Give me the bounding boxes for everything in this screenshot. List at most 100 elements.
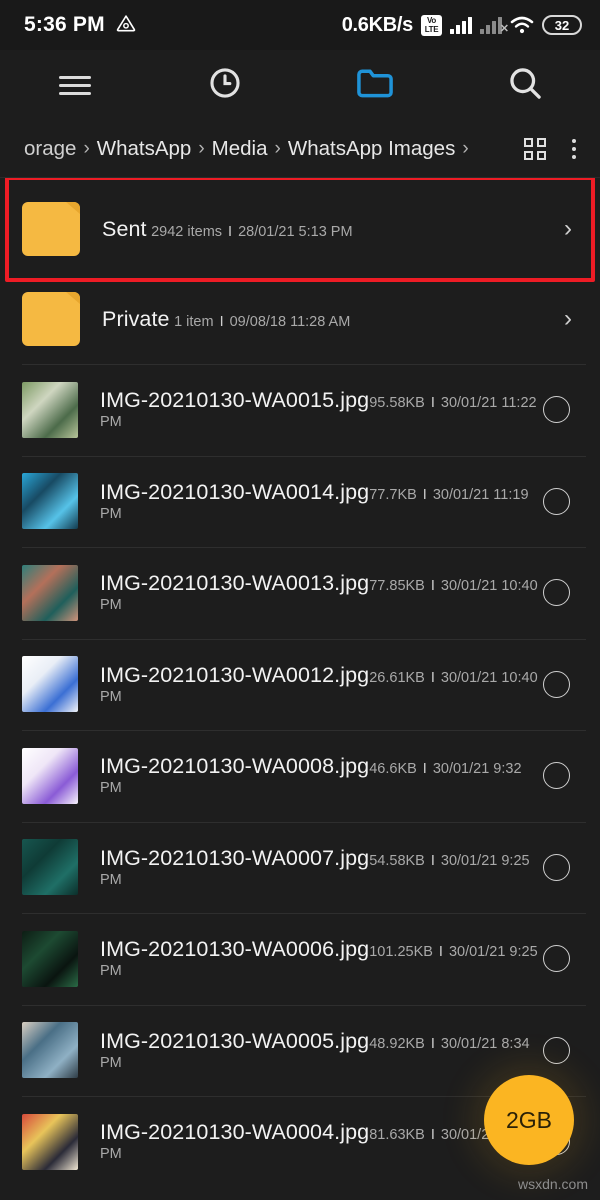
file-select-radio[interactable]	[543, 945, 570, 973]
file-size: 48.92KB	[369, 1035, 425, 1052]
list-item-meta: Sent 2942 items I 28/01/21 5:13 PM	[102, 217, 564, 242]
folder-icon	[356, 66, 394, 105]
thumbnail-image	[22, 564, 78, 621]
meta-separator: I	[228, 223, 233, 240]
list-item-meta: IMG-20210130-WA0007.jpg54.58KB I 30/01/21 …	[100, 846, 543, 889]
file-name: IMG-20210130-WA0014.jpg	[100, 479, 370, 504]
file-select-radio[interactable]	[543, 487, 570, 515]
folder-thumbnail-icon	[22, 292, 80, 346]
file-select-radio[interactable]	[543, 1036, 570, 1064]
breadcrumb-item-storage[interactable]: orage	[24, 137, 76, 161]
clock-icon	[208, 66, 242, 105]
folder-name: Private	[102, 306, 170, 331]
breadcrumb-item-whatsapp-images[interactable]: WhatsApp Images	[288, 137, 456, 161]
chevron-right-icon[interactable]: ›	[564, 305, 578, 333]
breadcrumb-separator-trailing: ›	[462, 137, 469, 159]
file-size: 26.61KB	[369, 669, 425, 686]
breadcrumb-separator: ›	[198, 137, 205, 159]
file-size: 46.6KB	[369, 761, 417, 778]
list-item-folder[interactable]: Private 1 item I 09/08/18 11:28 AM ›	[0, 274, 600, 364]
folder-date: 28/01/21 5:13 PM	[238, 223, 353, 240]
volte-bottom-label: LTE	[424, 25, 439, 34]
file-thumbnail	[22, 656, 78, 713]
file-select-radio[interactable]	[543, 670, 570, 698]
file-size: 54.58KB	[369, 852, 425, 869]
signal-bars-sim2-icon: ✕	[480, 16, 509, 35]
folder-item-count: 1 item	[174, 313, 214, 330]
search-icon	[507, 65, 543, 106]
breadcrumb-separator: ›	[274, 137, 281, 159]
list-item-meta: IMG-20210130-WA0012.jpg26.61KB I 30/01/21 …	[100, 663, 543, 706]
meta-separator: I	[430, 1035, 435, 1052]
file-name: IMG-20210130-WA0013.jpg	[100, 571, 370, 596]
file-thumbnail	[22, 1022, 78, 1079]
list-item-meta: IMG-20210130-WA0006.jpg101.25KB I 30/01/21…	[100, 937, 543, 980]
thumbnail-image	[22, 930, 78, 987]
list-item-file[interactable]: IMG-20210130-WA0014.jpg77.7KB I 30/01/21 1…	[0, 455, 600, 548]
file-size: 101.25KB	[369, 944, 433, 961]
thumbnail-image	[22, 381, 78, 438]
file-thumbnail	[22, 381, 78, 438]
battery-icon: 32	[542, 15, 582, 35]
volte-icon: Vo LTE	[421, 14, 442, 36]
breadcrumb-item-media[interactable]: Media	[212, 137, 268, 161]
volte-top-label: Vo	[426, 16, 437, 25]
meta-separator: I	[430, 395, 435, 412]
file-rows-container: IMG-20210130-WA0015.jpg95.58KB I 30/01/21 …	[0, 364, 600, 1188]
battery-level: 32	[554, 17, 570, 33]
more-vertical-icon[interactable]	[572, 138, 576, 159]
file-select-radio[interactable]	[543, 762, 570, 790]
list-item-meta: IMG-20210130-WA0014.jpg77.7KB I 30/01/21 1…	[100, 480, 543, 523]
folder-name: Sent	[102, 216, 147, 241]
list-item-meta: IMG-20210130-WA0004.jpg81.63KB I 30/01/21 …	[100, 1120, 543, 1163]
file-select-radio[interactable]	[543, 579, 570, 607]
list-item-file[interactable]: IMG-20210130-WA0013.jpg77.85KB I 30/01/21 …	[0, 547, 600, 639]
list-item-file[interactable]: IMG-20210130-WA0007.jpg54.58KB I 30/01/21 …	[0, 821, 600, 914]
list-item-file[interactable]: IMG-20210130-WA0006.jpg101.25KB I 30/01/21…	[0, 913, 600, 1005]
recent-tab[interactable]	[150, 50, 300, 120]
list-item-file[interactable]: IMG-20210130-WA0012.jpg26.61KB I 30/01/21 …	[0, 638, 600, 731]
meta-separator: I	[430, 852, 435, 869]
folder-tab[interactable]	[300, 50, 450, 120]
file-name: IMG-20210130-WA0012.jpg	[100, 662, 370, 687]
file-name: IMG-20210130-WA0006.jpg	[100, 937, 370, 962]
status-bar-right: 0.6KB/s Vo LTE ✕ 32	[342, 14, 582, 37]
file-thumbnail	[22, 930, 78, 987]
list-item-file[interactable]: IMG-20210130-WA0015.jpg95.58KB I 30/01/21 …	[0, 364, 600, 456]
search-button[interactable]	[450, 50, 600, 120]
thumbnail-image	[22, 1113, 78, 1170]
storage-fab-button[interactable]: 2GB	[484, 1075, 574, 1165]
list-item-file[interactable]: IMG-20210130-WA0008.jpg46.6KB I 30/01/21 9…	[0, 730, 600, 822]
meta-separator: I	[219, 313, 224, 330]
hamburger-menu-icon	[59, 71, 91, 100]
folder-item-count: 2942 items	[151, 223, 223, 240]
top-toolbar	[0, 50, 600, 120]
thumbnail-image	[22, 747, 78, 804]
meta-separator: I	[422, 486, 427, 503]
list-item-folder[interactable]: Sent 2942 items I 28/01/21 5:13 PM ›	[0, 184, 600, 274]
file-thumbnail	[22, 1113, 78, 1170]
file-select-radio[interactable]	[543, 853, 570, 881]
breadcrumb-item-whatsapp[interactable]: WhatsApp	[97, 137, 192, 161]
file-list[interactable]: Sent 2942 items I 28/01/21 5:13 PM › Priva…	[0, 178, 600, 1200]
list-item-meta: IMG-20210130-WA0013.jpg77.85KB I 30/01/21 …	[100, 571, 543, 614]
thumbnail-image	[22, 656, 78, 713]
thumbnail-image	[22, 839, 78, 896]
file-name: IMG-20210130-WA0008.jpg	[100, 754, 370, 779]
meta-separator: I	[430, 1127, 435, 1144]
status-time: 5:36 PM	[24, 13, 105, 36]
grid-view-icon[interactable]	[524, 137, 546, 160]
watermark: wsxdn.com	[517, 1176, 588, 1192]
meta-separator: I	[438, 944, 443, 961]
list-item-meta: IMG-20210130-WA0008.jpg46.6KB I 30/01/21 9…	[100, 754, 543, 797]
chevron-right-icon[interactable]: ›	[564, 215, 578, 243]
hamburger-menu-button[interactable]	[0, 50, 150, 120]
file-select-radio[interactable]	[543, 396, 570, 424]
folder-subtitle: 2942 items I 28/01/21 5:13 PM	[151, 224, 352, 240]
list-item-meta: IMG-20210130-WA0005.jpg48.92KB I 30/01/21 …	[100, 1029, 543, 1072]
thumbnail-image	[22, 473, 78, 530]
file-name: IMG-20210130-WA0004.jpg	[100, 1120, 370, 1145]
list-item-meta: IMG-20210130-WA0015.jpg95.58KB I 30/01/21 …	[100, 388, 543, 431]
status-bar: 5:36 PM 0.6KB/s Vo LTE ✕ 32	[0, 0, 600, 50]
file-size: 81.63KB	[369, 1127, 425, 1144]
